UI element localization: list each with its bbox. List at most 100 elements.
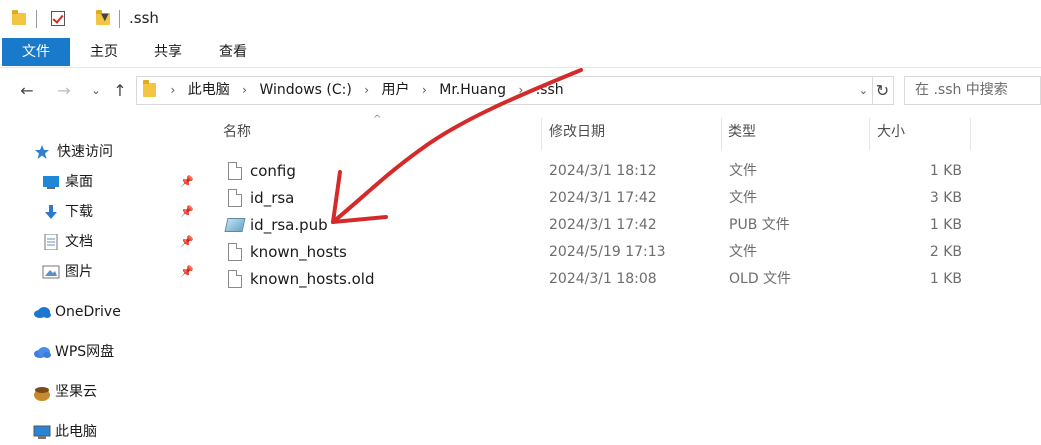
sidebar-item-wps-cloud[interactable]: WPS网盘 xyxy=(32,340,114,364)
tab-file[interactable]: 文件 xyxy=(2,38,70,66)
chevron-right-icon[interactable]: › xyxy=(518,77,523,104)
navigation-pane: 快速访问 桌面 📌 下载 📌 文档 📌 图片 📌 OneDrive WPS网盘 … xyxy=(0,110,200,445)
file-name: known_hosts.old xyxy=(250,270,375,288)
file-row[interactable]: id_rsa.pub 2024/3/1 17:42 PUB 文件 1 KB xyxy=(222,212,982,239)
file-type: 文件 xyxy=(729,244,757,260)
sidebar-item-downloads[interactable]: 下载 xyxy=(42,200,93,224)
file-size: 1 KB xyxy=(929,217,962,233)
sidebar-item-pictures[interactable]: 图片 xyxy=(42,260,93,284)
file-date: 2024/3/1 17:42 xyxy=(549,217,657,233)
tab-view[interactable]: 查看 xyxy=(202,38,264,66)
sidebar-item-desktop[interactable]: 桌面 xyxy=(42,170,93,194)
pin-icon[interactable]: 📌 xyxy=(180,206,194,218)
file-row[interactable]: known_hosts 2024/5/19 17:13 文件 2 KB xyxy=(222,239,982,266)
title-bar: ▼ .ssh xyxy=(0,0,1041,38)
file-name: id_rsa xyxy=(250,189,295,207)
address-history-dropdown-icon[interactable]: ⌄ xyxy=(859,77,868,104)
sidebar-item-label: 桌面 xyxy=(65,174,93,190)
sidebar-item-onedrive[interactable]: OneDrive xyxy=(32,300,121,324)
file-list: ^ 名称 修改日期 类型 大小 config 2024/3/1 18:12 文件… xyxy=(200,110,1041,445)
up-arrow-icon[interactable]: ↑ xyxy=(109,80,131,102)
file-icon xyxy=(228,243,242,261)
file-icon xyxy=(228,162,242,180)
file-row[interactable]: id_rsa 2024/3/1 17:42 文件 3 KB xyxy=(222,185,982,212)
breadcrumb-users[interactable]: 用户 xyxy=(382,77,410,104)
file-row[interactable]: config 2024/3/1 18:12 文件 1 KB xyxy=(222,158,982,185)
wps-cloud-icon xyxy=(32,344,51,360)
address-bar[interactable]: › 此电脑 › Windows (C:) › 用户 › Mr.Huang › .… xyxy=(136,76,873,105)
sidebar-item-label: 文档 xyxy=(65,234,93,250)
file-date: 2024/5/19 17:13 xyxy=(549,244,666,260)
column-divider[interactable] xyxy=(869,118,870,150)
column-divider[interactable] xyxy=(541,118,542,150)
refresh-icon[interactable]: ↻ xyxy=(872,76,894,105)
cloud-icon xyxy=(32,304,51,320)
properties-check-icon[interactable] xyxy=(51,11,65,26)
file-name: known_hosts xyxy=(250,243,347,261)
column-header-size[interactable]: 大小 xyxy=(877,120,905,144)
search-input[interactable]: 在 .ssh 中搜索 xyxy=(904,76,1041,105)
file-size: 1 KB xyxy=(929,271,962,287)
column-header-date[interactable]: 修改日期 xyxy=(549,120,605,144)
sidebar-item-quick-access[interactable]: 快速访问 xyxy=(34,140,113,164)
file-row[interactable]: known_hosts.old 2024/3/1 18:08 OLD 文件 1 … xyxy=(222,266,982,293)
file-icon xyxy=(228,270,242,288)
file-date: 2024/3/1 17:42 xyxy=(549,190,657,206)
sidebar-item-documents[interactable]: 文档 xyxy=(42,230,93,254)
breadcrumb-user[interactable]: Mr.Huang xyxy=(439,77,506,104)
file-type: 文件 xyxy=(729,163,757,179)
breadcrumb: › 此电脑 › Windows (C:) › 用户 › Mr.Huang › .… xyxy=(143,77,572,104)
folder-icon xyxy=(12,10,26,25)
star-icon xyxy=(34,144,52,160)
breadcrumb-drive-c[interactable]: Windows (C:) xyxy=(259,77,351,104)
sidebar-item-label: 快速访问 xyxy=(57,144,113,160)
chevron-right-icon[interactable]: › xyxy=(242,77,247,104)
file-type: PUB 文件 xyxy=(729,217,790,233)
sidebar-item-label: 下载 xyxy=(65,204,93,220)
computer-icon xyxy=(32,424,51,440)
chevron-right-icon[interactable]: › xyxy=(170,77,175,104)
breadcrumb-ssh[interactable]: .ssh xyxy=(536,77,564,104)
sidebar-item-label: WPS网盘 xyxy=(55,344,115,360)
nut-icon xyxy=(32,384,50,401)
column-header-name[interactable]: 名称 xyxy=(223,120,251,144)
back-arrow-icon[interactable]: ← xyxy=(16,80,38,102)
file-name: config xyxy=(250,162,296,180)
sidebar-item-jianguoyun[interactable]: 坚果云 xyxy=(32,380,97,404)
recent-locations-chevron-icon[interactable]: ⌄ xyxy=(85,80,107,102)
file-icon xyxy=(228,189,242,207)
sidebar-item-label: OneDrive xyxy=(55,304,121,320)
pin-icon[interactable]: 📌 xyxy=(180,176,194,188)
file-type: OLD 文件 xyxy=(729,271,792,287)
ribbon-tabs: 文件 主页 共享 查看 xyxy=(0,38,1041,68)
file-name: id_rsa.pub xyxy=(250,216,328,234)
forward-arrow-icon[interactable]: → xyxy=(53,80,75,102)
pin-icon[interactable]: 📌 xyxy=(180,236,194,248)
pin-icon[interactable]: 📌 xyxy=(180,266,194,278)
customize-toolbar-dropdown-icon[interactable]: ▼ xyxy=(101,12,109,23)
sidebar-item-label: 坚果云 xyxy=(55,384,97,400)
chevron-right-icon[interactable]: › xyxy=(364,77,369,104)
file-size: 2 KB xyxy=(929,244,962,260)
breadcrumb-this-pc[interactable]: 此电脑 xyxy=(188,77,230,104)
pub-file-icon xyxy=(224,218,246,232)
window-title: .ssh xyxy=(129,9,159,27)
document-icon xyxy=(42,233,60,251)
file-size: 1 KB xyxy=(929,163,962,179)
chevron-right-icon[interactable]: › xyxy=(422,77,427,104)
divider xyxy=(119,10,120,28)
folder-icon xyxy=(143,80,156,97)
sidebar-item-label: 此电脑 xyxy=(55,424,97,440)
desktop-icon xyxy=(42,174,60,190)
navigation-bar: ← → ⌄ ↑ › 此电脑 › Windows (C:) › 用户 › Mr.H… xyxy=(0,72,1041,110)
sidebar-item-this-pc[interactable]: 此电脑 xyxy=(32,420,97,444)
file-date: 2024/3/1 18:08 xyxy=(549,271,657,287)
column-divider[interactable] xyxy=(721,118,722,150)
file-date: 2024/3/1 18:12 xyxy=(549,163,657,179)
download-icon xyxy=(42,204,60,220)
tab-home[interactable]: 主页 xyxy=(73,38,135,66)
tab-share[interactable]: 共享 xyxy=(137,38,199,66)
column-divider[interactable] xyxy=(970,118,971,150)
column-header-type[interactable]: 类型 xyxy=(728,120,756,144)
sort-ascending-icon: ^ xyxy=(373,114,382,125)
